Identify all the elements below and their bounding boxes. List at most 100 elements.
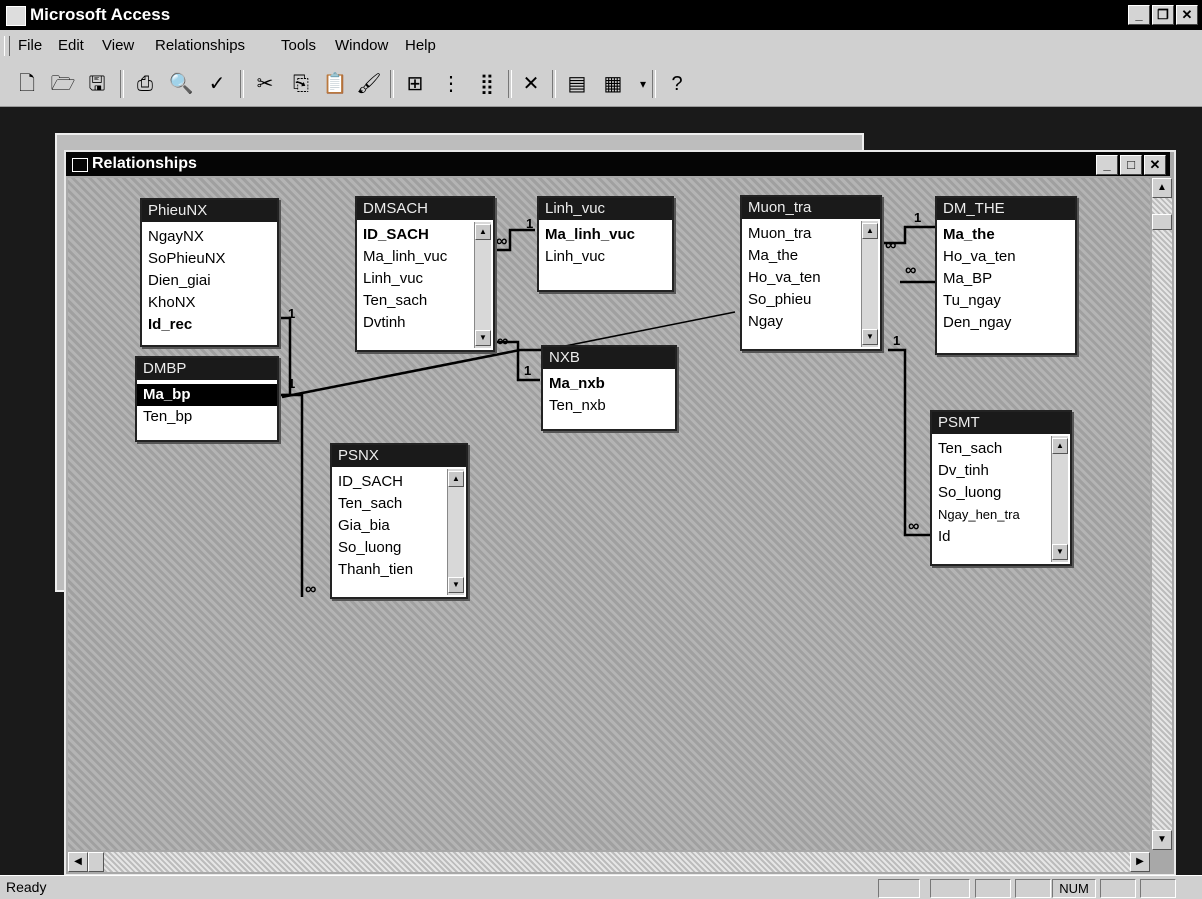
- new-object-icon[interactable]: ▦: [600, 71, 626, 97]
- menu-bar: File Edit View Relationships Tools Windo…: [0, 30, 1202, 63]
- menu-tools[interactable]: Tools: [281, 37, 316, 54]
- menu-file[interactable]: File: [18, 37, 42, 54]
- field-item[interactable]: Linh_vuc: [545, 246, 672, 268]
- save-icon[interactable]: 🖫: [84, 71, 110, 97]
- toolbar-separator: [652, 70, 656, 98]
- scroll-right-icon[interactable]: ▶: [1130, 852, 1150, 872]
- child-close-button[interactable]: ✕: [1144, 155, 1166, 175]
- scroll-up-icon[interactable]: ▲: [862, 223, 878, 239]
- restore-button[interactable]: ❐: [1152, 5, 1174, 25]
- field-item[interactable]: Dien_giai: [148, 270, 277, 292]
- table-psnx[interactable]: PSNX ID_SACH Ten_sach Gia_bia So_luong T…: [330, 443, 468, 599]
- field-item[interactable]: Tu_ngay: [943, 290, 1075, 312]
- field-item[interactable]: NgayNX: [148, 226, 277, 248]
- show-table-icon[interactable]: ⊞: [402, 71, 428, 97]
- properties-icon[interactable]: ▤: [564, 71, 590, 97]
- field-item-key[interactable]: Ma_bp: [137, 384, 277, 406]
- table-linh-vuc[interactable]: Linh_vuc Ma_linh_vuc Linh_vuc: [537, 196, 674, 292]
- cut-icon[interactable]: ✂: [252, 71, 278, 97]
- access-key-icon[interactable]: [6, 6, 26, 26]
- scroll-up-icon[interactable]: ▲: [1052, 438, 1068, 454]
- table-title[interactable]: PSNX: [332, 445, 466, 467]
- scroll-up-icon[interactable]: ▲: [475, 224, 491, 240]
- minimize-button[interactable]: _: [1128, 5, 1150, 25]
- field-item[interactable]: Ten_nxb: [549, 395, 675, 417]
- field-item-key[interactable]: Ma_the: [943, 224, 1075, 246]
- relationships-window-title: Relationships: [92, 155, 197, 172]
- table-scrollbar[interactable]: ▲ ▼: [474, 222, 491, 348]
- close-button[interactable]: ✕: [1176, 5, 1198, 25]
- toolbar-separator: [508, 70, 512, 98]
- scroll-down-icon[interactable]: ▼: [475, 330, 491, 346]
- status-text: Ready: [6, 879, 47, 895]
- field-item-key[interactable]: Id_rec: [148, 314, 277, 336]
- table-title[interactable]: PhieuNX: [142, 200, 277, 222]
- scroll-down-icon[interactable]: ▼: [862, 329, 878, 345]
- copy-icon[interactable]: ⎘: [288, 71, 314, 97]
- status-panel: [1140, 879, 1176, 898]
- horizontal-scroll-thumb[interactable]: [88, 852, 104, 872]
- table-muon-tra[interactable]: Muon_tra Muon_tra Ma_the Ho_va_ten So_ph…: [740, 195, 882, 351]
- table-title[interactable]: DMBP: [137, 358, 277, 380]
- help-icon[interactable]: ?: [664, 71, 690, 97]
- child-minimize-button[interactable]: _: [1096, 155, 1118, 175]
- relationships-window-caption[interactable]: Relationships _ □ ✕: [66, 152, 1170, 176]
- table-title[interactable]: PSMT: [932, 412, 1070, 434]
- table-title[interactable]: Linh_vuc: [539, 198, 672, 220]
- show-all-icon[interactable]: ⣿: [474, 71, 500, 97]
- table-scrollbar[interactable]: ▲ ▼: [861, 221, 878, 347]
- table-title[interactable]: Muon_tra: [742, 197, 880, 219]
- field-item[interactable]: Ma_BP: [943, 268, 1075, 290]
- scroll-thumb[interactable]: [1152, 214, 1172, 230]
- field-item-key[interactable]: Ma_linh_vuc: [545, 224, 672, 246]
- menu-grip[interactable]: [4, 36, 10, 56]
- app-title: Microsoft Access: [30, 5, 171, 24]
- field-item[interactable]: KhoNX: [148, 292, 277, 314]
- delete-icon[interactable]: ✕: [518, 71, 544, 97]
- field-item[interactable]: Ten_bp: [143, 406, 277, 428]
- table-title[interactable]: DM_THE: [937, 198, 1075, 220]
- toolbar-separator: [240, 70, 244, 98]
- print-preview-icon[interactable]: 🔍: [168, 71, 194, 97]
- field-item[interactable]: Ho_va_ten: [943, 246, 1075, 268]
- status-panel: [878, 879, 920, 898]
- menu-relationships[interactable]: Relationships: [155, 37, 245, 54]
- table-dm-the[interactable]: DM_THE Ma_the Ho_va_ten Ma_BP Tu_ngay De…: [935, 196, 1077, 355]
- window-icon[interactable]: [72, 158, 88, 172]
- scroll-left-icon[interactable]: ◀: [68, 852, 88, 872]
- field-item[interactable]: Den_ngay: [943, 312, 1075, 334]
- table-phieunx[interactable]: PhieuNX NgayNX SoPhieuNX Dien_giai KhoNX…: [140, 198, 279, 347]
- table-scrollbar[interactable]: ▲ ▼: [1051, 436, 1068, 562]
- scroll-down-icon[interactable]: ▼: [448, 577, 464, 593]
- status-panel: [1100, 879, 1136, 898]
- child-maximize-button[interactable]: □: [1120, 155, 1142, 175]
- table-psmt[interactable]: PSMT Ten_sach Dv_tinh So_luong Ngay_hen_…: [930, 410, 1072, 566]
- toolbar-separator: [552, 70, 556, 98]
- open-icon[interactable]: 🗁: [50, 71, 76, 97]
- vertical-scrollbar[interactable]: ▲ ▼: [1152, 178, 1172, 850]
- show-direct-icon[interactable]: ⋮: [438, 71, 464, 97]
- print-icon[interactable]: ⎙: [132, 71, 158, 97]
- scroll-down-icon[interactable]: ▼: [1152, 830, 1172, 850]
- menu-window[interactable]: Window: [335, 37, 388, 54]
- toolbar-separator: [120, 70, 124, 98]
- format-painter-icon[interactable]: 🖌: [356, 71, 382, 97]
- table-dmbp[interactable]: DMBP Ma_bp Ten_bp: [135, 356, 279, 442]
- scroll-down-icon[interactable]: ▼: [1052, 544, 1068, 560]
- field-item[interactable]: SoPhieuNX: [148, 248, 277, 270]
- table-nxb[interactable]: NXB Ma_nxb Ten_nxb: [541, 345, 677, 431]
- menu-view[interactable]: View: [102, 37, 134, 54]
- horizontal-scrollbar[interactable]: ◀ ▶: [68, 852, 1150, 872]
- table-title[interactable]: DMSACH: [357, 198, 493, 220]
- table-scrollbar[interactable]: ▲ ▼: [447, 469, 464, 595]
- menu-help[interactable]: Help: [405, 37, 436, 54]
- field-item-key[interactable]: Ma_nxb: [549, 373, 675, 395]
- menu-edit[interactable]: Edit: [58, 37, 84, 54]
- scroll-up-icon[interactable]: ▲: [448, 471, 464, 487]
- spelling-icon[interactable]: ✓: [204, 71, 230, 97]
- new-icon[interactable]: 🗋: [14, 71, 40, 97]
- table-dmsach[interactable]: DMSACH ID_SACH Ma_linh_vuc Linh_vuc Ten_…: [355, 196, 495, 352]
- scroll-up-icon[interactable]: ▲: [1152, 178, 1172, 198]
- table-title[interactable]: NXB: [543, 347, 675, 369]
- paste-icon[interactable]: 📋: [322, 71, 348, 97]
